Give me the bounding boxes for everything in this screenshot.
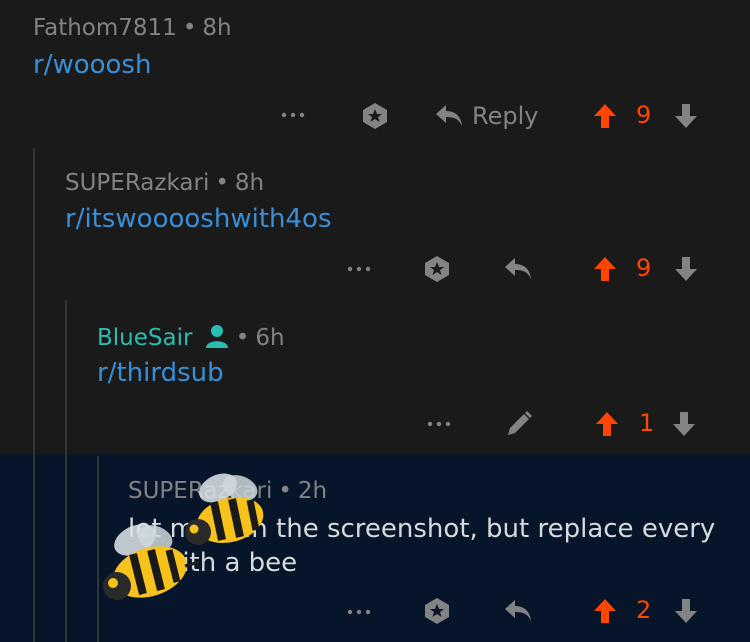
- comment-meta: BlueSair • 6h: [97, 324, 285, 354]
- edit-icon: [508, 411, 532, 435]
- upvote-icon: [594, 599, 616, 623]
- comment-author[interactable]: SUPERazkari: [65, 170, 209, 196]
- award-button[interactable]: [421, 595, 453, 627]
- user-icon: [204, 324, 230, 354]
- comment-time: 2h: [297, 478, 328, 504]
- vote-score: 1: [639, 409, 655, 437]
- upvote-button[interactable]: [594, 410, 620, 438]
- comment-author[interactable]: Fathom7811: [33, 15, 177, 41]
- edit-button[interactable]: [503, 408, 535, 440]
- comment-meta: SUPERazkari • 8h: [65, 170, 264, 196]
- comment-time: 8h: [202, 15, 232, 41]
- upvote-icon: [594, 257, 616, 281]
- more-options-button[interactable]: [344, 254, 374, 284]
- reply-icon: [505, 258, 531, 279]
- comment-body-link[interactable]: r/itswooooshwith4os: [65, 204, 332, 234]
- more-options-button[interactable]: [424, 409, 454, 439]
- upvote-button[interactable]: [592, 102, 618, 130]
- bee-icon: [178, 468, 278, 562]
- more-icon: [427, 421, 451, 427]
- downvote-icon: [675, 104, 697, 128]
- upvote-button[interactable]: [592, 255, 618, 283]
- comment-time: 6h: [255, 325, 285, 351]
- downvote-icon: [673, 412, 695, 436]
- reply-icon: [436, 105, 462, 126]
- thread-line-level-2[interactable]: [65, 300, 67, 642]
- award-icon: [425, 256, 449, 282]
- upvote-icon: [594, 104, 616, 128]
- upvote-button[interactable]: [592, 597, 618, 625]
- upvote-icon: [596, 412, 618, 436]
- reply-button[interactable]: Reply: [434, 98, 538, 134]
- downvote-button[interactable]: [673, 597, 699, 625]
- award-button[interactable]: [359, 100, 391, 132]
- reply-label: Reply: [472, 102, 539, 130]
- award-icon: [363, 103, 387, 129]
- vote-score: 9: [636, 254, 652, 282]
- reply-icon: [505, 600, 531, 621]
- more-options-button[interactable]: [344, 597, 374, 627]
- vote-score: 2: [636, 596, 652, 624]
- downvote-icon: [675, 257, 697, 281]
- downvote-button[interactable]: [673, 102, 699, 130]
- more-icon: [281, 112, 305, 118]
- thread-line-level-1[interactable]: [33, 148, 35, 642]
- comment-author[interactable]: BlueSair: [97, 325, 192, 351]
- vote-score: 9: [636, 101, 652, 129]
- more-icon: [347, 266, 371, 272]
- separator: •: [182, 15, 197, 41]
- separator: •: [215, 170, 229, 196]
- downvote-button[interactable]: [671, 410, 697, 438]
- comment-time: 8h: [234, 170, 265, 196]
- separator: •: [278, 478, 292, 504]
- downvote-button[interactable]: [673, 255, 699, 283]
- comment-body-link[interactable]: r/thirdsub: [97, 358, 224, 388]
- more-icon: [347, 609, 371, 615]
- award-button[interactable]: [421, 253, 453, 285]
- reply-button[interactable]: [502, 254, 534, 284]
- comment-body-link[interactable]: r/wooosh: [33, 50, 151, 80]
- reply-button[interactable]: [502, 596, 534, 626]
- downvote-icon: [675, 599, 697, 623]
- comment-meta: Fathom7811 • 8h: [33, 15, 232, 41]
- award-icon: [425, 598, 449, 624]
- more-options-button[interactable]: [278, 100, 308, 130]
- separator: •: [235, 325, 250, 351]
